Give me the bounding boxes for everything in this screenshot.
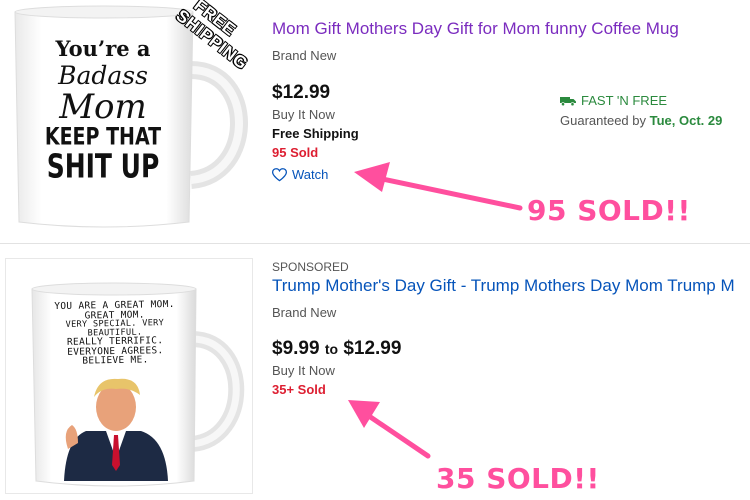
- listing-divider: [0, 243, 750, 244]
- listing-2-title-link[interactable]: Trump Mother's Day Gift - Trump Mothers …: [272, 275, 750, 297]
- guarantee-date: Tue, Oct. 29: [649, 113, 723, 128]
- guarantee-text: Guaranteed by Tue, Oct. 29: [560, 113, 722, 128]
- price-low: $9.99: [272, 338, 320, 359]
- watch-label: Watch: [292, 167, 329, 182]
- price-high: $12.99: [343, 338, 402, 359]
- mug-2-graphic: [31, 282, 245, 487]
- listing-1-shipping: Free Shipping: [272, 126, 359, 141]
- mug-1-line: SHIT UP: [46, 147, 160, 186]
- listing-2[interactable]: YOU ARE A GREAT MOM. GREAT MOM. VERY SPE…: [0, 250, 750, 500]
- listing-1-condition: Brand New: [272, 48, 337, 63]
- annotation-35-sold: 35 SOLD!!: [436, 462, 600, 495]
- listing-1-title-link[interactable]: Mom Gift Mothers Day Gift for Mom funny …: [272, 18, 750, 40]
- listing-1-image[interactable]: You’re a Badass Mom KEEP THAT SHIT UP FR…: [5, 0, 253, 230]
- mug-1-line: KEEP THAT: [44, 123, 162, 151]
- watch-button[interactable]: Watch: [272, 167, 750, 182]
- heart-icon: [272, 167, 287, 181]
- price-to: to: [324, 341, 339, 357]
- annotation-95-sold: 95 SOLD!!: [527, 194, 691, 227]
- listing-1-sold-count: 95 Sold: [272, 145, 319, 160]
- listing-2-image[interactable]: YOU ARE A GREAT MOM. GREAT MOM. VERY SPE…: [5, 258, 253, 494]
- guarantee-prefix: Guaranteed by: [560, 113, 647, 128]
- sponsored-label: SPONSORED: [272, 260, 349, 274]
- fast-n-free-label: FAST 'N FREE: [581, 93, 668, 108]
- mug-2-print: YOU ARE A GREAT MOM. GREAT MOM. VERY SPE…: [39, 299, 190, 367]
- mug-1-line: Mom: [59, 87, 147, 127]
- free-shipping-ribbon: FREE SHIPPING: [155, 0, 253, 88]
- listing-2-price-range: $9.99 to $12.99: [272, 338, 750, 360]
- listing-2-condition: Brand New: [272, 305, 337, 320]
- listing-2-sold-count: 35+ Sold: [272, 382, 326, 397]
- truck-icon: [560, 96, 576, 106]
- fast-n-free: FAST 'N FREE Guaranteed by Tue, Oct. 29: [560, 93, 722, 128]
- listing-2-info: SPONSORED Trump Mother's Day Gift - Trum…: [272, 260, 750, 397]
- listing-2-format: Buy It Now: [272, 363, 335, 378]
